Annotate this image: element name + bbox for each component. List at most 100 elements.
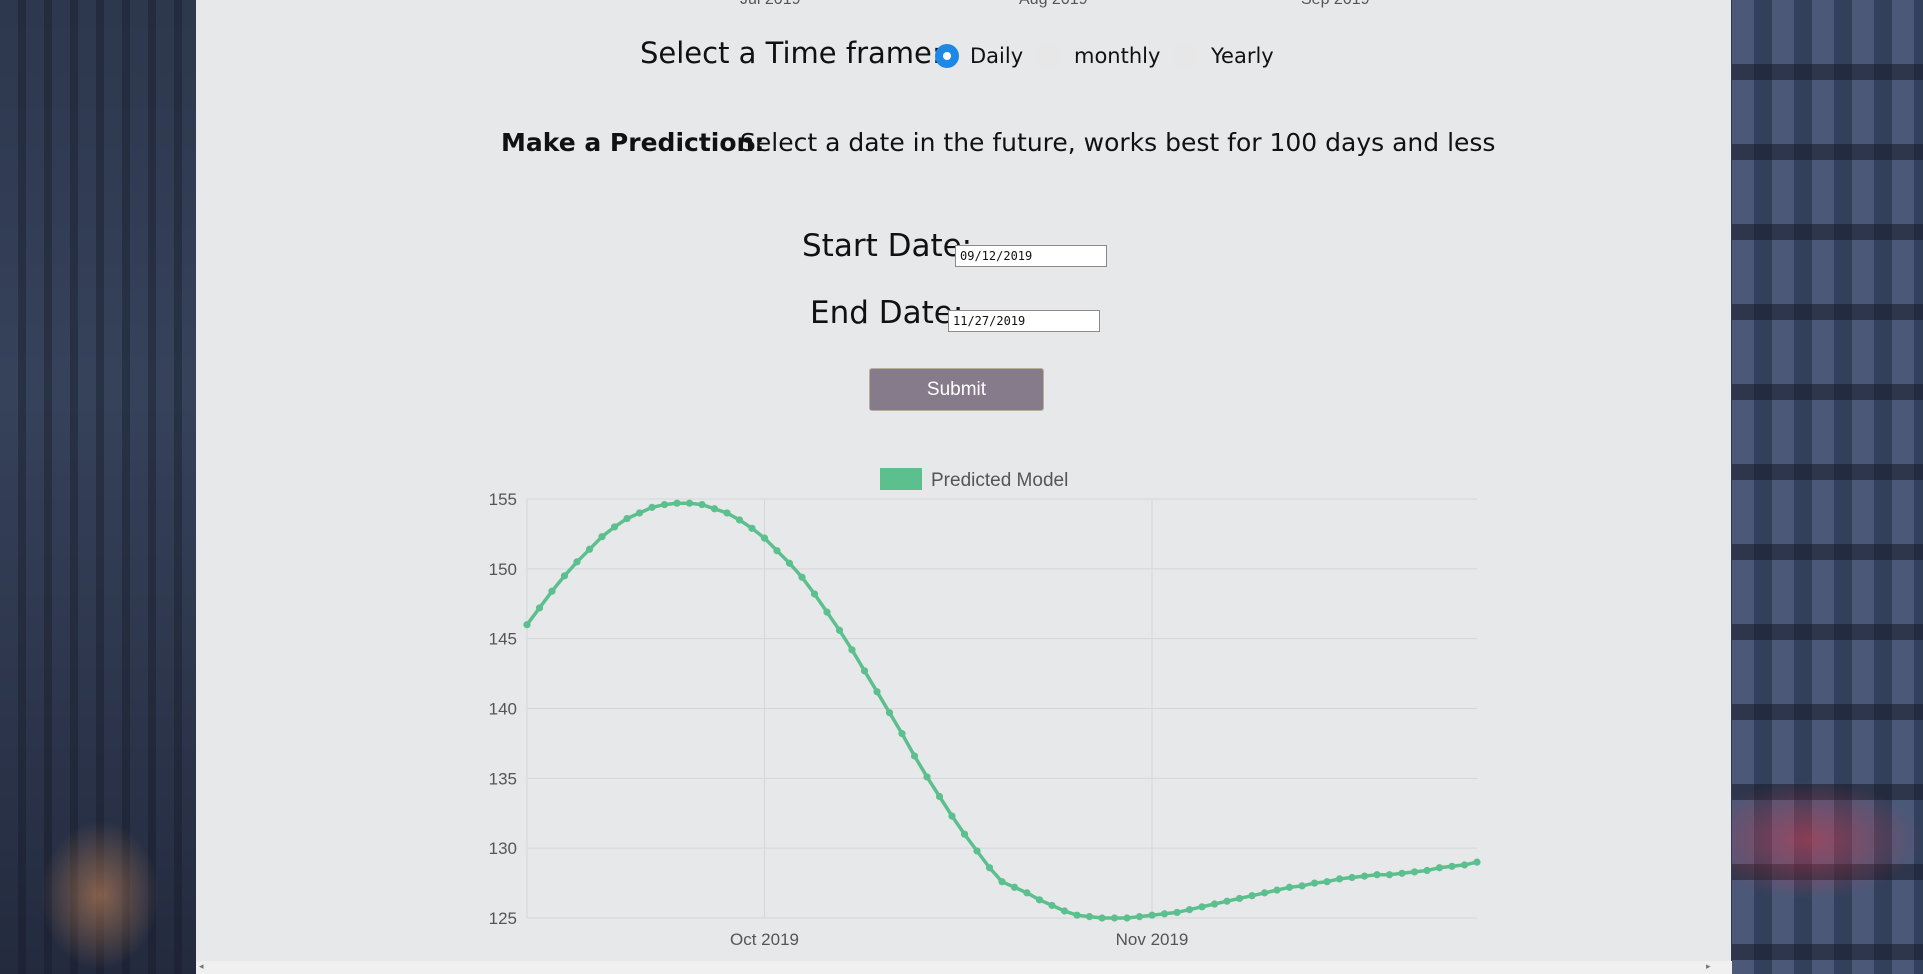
data-point[interactable] [835, 626, 844, 634]
data-point[interactable] [635, 509, 644, 517]
data-point[interactable] [1360, 872, 1369, 880]
data-point[interactable] [1423, 866, 1431, 875]
data-point[interactable] [910, 752, 919, 760]
data-point[interactable] [660, 500, 669, 509]
data-point[interactable] [548, 587, 556, 595]
y-axis: 155 150 145 140 135 130 125 [489, 490, 517, 928]
start-date-input[interactable] [955, 245, 1107, 267]
data-point[interactable] [923, 773, 931, 781]
data-point[interactable] [648, 503, 656, 511]
data-point[interactable] [935, 792, 944, 801]
data-point[interactable] [785, 559, 794, 567]
horizontal-scrollbar[interactable]: ◂ ▸ [196, 961, 1732, 974]
scroll-left-arrow-icon[interactable]: ◂ [199, 961, 204, 974]
scroll-right-arrow-icon[interactable]: ▸ [1706, 961, 1711, 974]
data-point[interactable] [1073, 911, 1081, 919]
data-point[interactable] [1323, 878, 1331, 886]
data-point[interactable] [773, 547, 781, 555]
data-point[interactable] [1310, 879, 1319, 887]
data-point[interactable] [985, 864, 994, 872]
data-point[interactable] [1110, 914, 1119, 922]
data-point[interactable] [1085, 913, 1094, 921]
data-point[interactable] [1460, 861, 1469, 869]
data-point[interactable] [823, 608, 831, 616]
data-point[interactable] [1248, 892, 1256, 900]
prediction-info: Make a Prediction: Select a date in the … [196, 128, 1731, 168]
data-point[interactable] [1473, 858, 1481, 866]
data-point[interactable] [1148, 911, 1156, 919]
data-point[interactable] [1285, 883, 1294, 891]
data-point[interactable] [723, 509, 731, 517]
data-point[interactable] [1335, 875, 1344, 883]
end-date-input[interactable] [948, 310, 1100, 332]
radio-monthly[interactable] [1036, 44, 1060, 68]
data-point[interactable] [1185, 906, 1194, 914]
submit-button[interactable]: Submit [869, 368, 1044, 411]
data-point[interactable] [1173, 908, 1181, 917]
data-point[interactable] [585, 545, 594, 553]
series-line-predicted-model [525, 501, 1478, 920]
chart-legend[interactable]: Predicted Model [880, 468, 1068, 491]
data-point[interactable] [1235, 894, 1244, 903]
data-point[interactable] [960, 830, 969, 838]
radio-yearly-label[interactable]: Yearly [1211, 44, 1274, 68]
data-point[interactable] [535, 604, 544, 612]
data-point[interactable] [735, 516, 744, 524]
legend-label: Predicted Model [931, 470, 1068, 491]
data-point[interactable] [1210, 900, 1219, 908]
data-point[interactable] [1385, 871, 1394, 879]
data-point[interactable] [1123, 914, 1131, 922]
data-point[interactable] [1373, 871, 1381, 879]
main-panel: Jul 2019 Aug 2019 Sep 2019 Select a Time… [196, 0, 1731, 961]
data-point[interactable] [760, 534, 769, 542]
data-point[interactable] [1023, 889, 1031, 897]
data-point[interactable] [1260, 889, 1269, 897]
y-tick-label: 135 [489, 769, 517, 788]
data-point[interactable] [1410, 868, 1419, 876]
data-point[interactable] [973, 847, 981, 855]
data-point[interactable] [685, 499, 694, 507]
data-point[interactable] [1198, 903, 1206, 911]
data-point[interactable] [523, 621, 531, 629]
data-point[interactable] [573, 558, 581, 566]
data-point[interactable] [1298, 882, 1306, 890]
data-point[interactable] [673, 499, 681, 507]
prediction-chart: Predicted Model 155 150 145 140 135 130 125 Oc… [489, 468, 1481, 949]
data-point[interactable] [623, 514, 631, 523]
data-point[interactable] [560, 572, 569, 580]
data-point[interactable] [1160, 910, 1169, 918]
data-point[interactable] [848, 646, 856, 654]
data-point[interactable] [698, 500, 706, 509]
data-point[interactable] [885, 709, 894, 717]
data-point[interactable] [1035, 896, 1044, 904]
radio-yearly[interactable] [1174, 44, 1198, 68]
data-point[interactable] [860, 667, 869, 675]
data-point[interactable] [1060, 907, 1069, 915]
radio-daily[interactable] [935, 44, 959, 68]
data-point[interactable] [1048, 901, 1056, 910]
data-point[interactable] [1273, 886, 1281, 894]
radio-daily-label[interactable]: Daily [970, 44, 1023, 68]
data-point[interactable] [810, 590, 819, 598]
data-point[interactable] [1435, 864, 1444, 872]
data-point[interactable] [873, 688, 881, 696]
data-point[interactable] [798, 573, 806, 581]
y-tick-label: 150 [489, 560, 517, 579]
prev-tick-label: Aug 2019 [1019, 0, 1088, 9]
data-point[interactable] [1398, 869, 1406, 877]
data-point[interactable] [710, 505, 719, 513]
data-point[interactable] [1098, 914, 1106, 922]
data-point[interactable] [610, 523, 619, 531]
data-point[interactable] [748, 524, 756, 532]
data-point[interactable] [998, 878, 1006, 886]
data-point[interactable] [1348, 873, 1356, 882]
data-point[interactable] [1135, 913, 1144, 921]
data-point[interactable] [898, 730, 906, 738]
chart-grid [526, 498, 1477, 919]
radio-monthly-label[interactable]: monthly [1074, 44, 1160, 68]
data-point[interactable] [1223, 897, 1231, 905]
data-point[interactable] [1010, 883, 1019, 891]
data-point[interactable] [1448, 862, 1456, 870]
data-point[interactable] [948, 812, 956, 820]
data-point[interactable] [598, 533, 606, 541]
